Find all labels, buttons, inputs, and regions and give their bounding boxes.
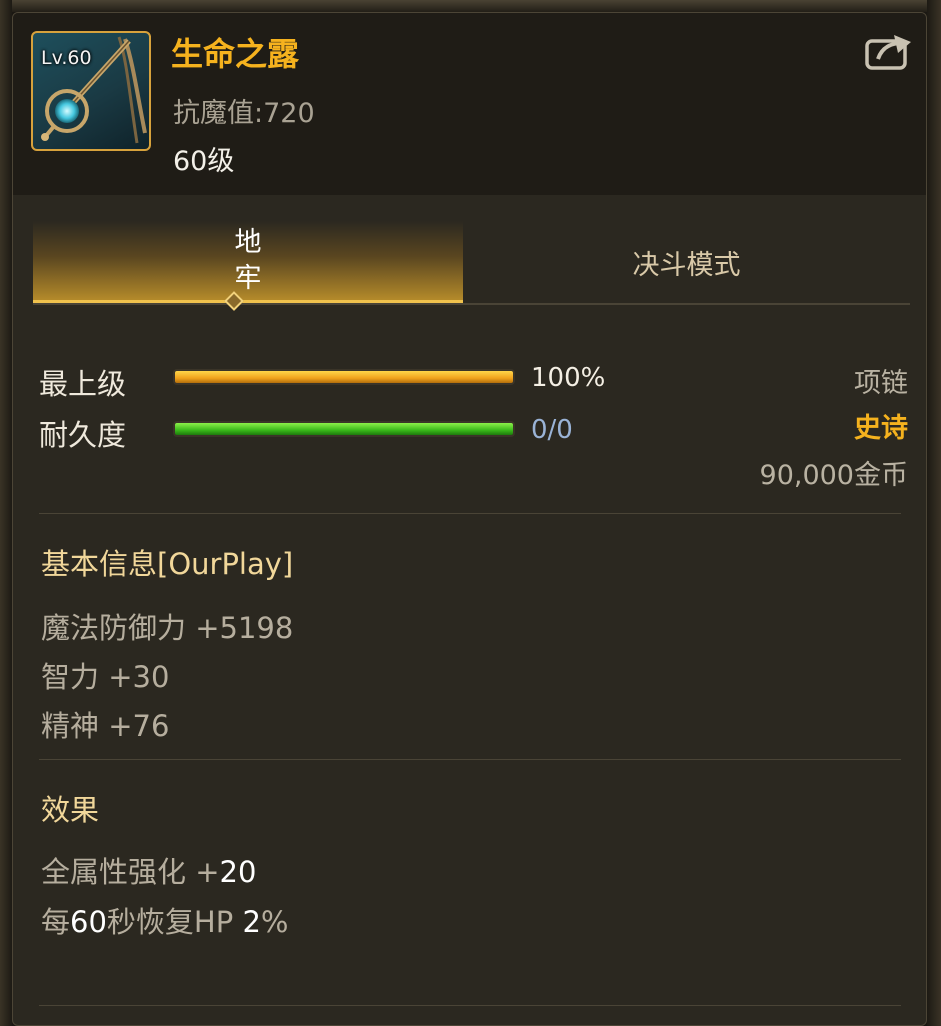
item-rarity: 史诗: [854, 413, 908, 444]
stat-line: 精神 +76: [41, 703, 169, 745]
basic-info-title: 基本信息[OurPlay]: [41, 547, 294, 581]
top-grade-label: 最上级: [39, 367, 127, 401]
top-grade-value: 100%: [531, 363, 606, 393]
top-grade-bar: [173, 369, 515, 385]
effects-title: 效果: [41, 793, 100, 827]
background-edge-right: [927, 0, 941, 1026]
top-grade-bar-fill: [175, 371, 513, 383]
stat-name: 智力: [41, 660, 109, 694]
effect-text: %: [260, 905, 289, 939]
effect-text: 每: [41, 905, 71, 939]
item-slot: 项链: [854, 368, 908, 399]
effect-line: 每60秒恢复HP 2%: [41, 899, 288, 941]
effect-value: 20: [219, 855, 257, 889]
tab-dungeon-label: 地牢: [234, 226, 262, 294]
item-magic-resist: 抗魔值:720: [173, 98, 315, 129]
tab-duel-mode[interactable]: 决斗模式: [463, 221, 910, 303]
item-header: Lv.60 生命之露 抗魔值:720 60级: [13, 13, 926, 195]
item-name: 生命之露: [171, 35, 300, 73]
stat-value: +30: [108, 660, 170, 694]
effect-text: 秒恢复HP: [106, 905, 243, 939]
stat-value: +5198: [195, 611, 294, 645]
background-edge-left: [0, 0, 12, 1026]
effect-text: 全属性强化 +: [41, 855, 220, 889]
background-edge-top: [0, 0, 941, 12]
share-button[interactable]: [864, 31, 914, 71]
stat-value: +76: [108, 709, 170, 743]
stat-name: 精神: [41, 709, 109, 743]
stat-line: 魔法防御力 +5198: [41, 605, 293, 647]
effect-value: 60: [70, 905, 107, 939]
divider: [39, 1005, 901, 1006]
item-required-level: 60级: [173, 146, 235, 177]
divider: [39, 759, 901, 760]
item-price: 90,000金币: [759, 460, 908, 491]
item-level-badge: Lv.60: [41, 47, 92, 69]
durability-value: 0/0: [531, 415, 573, 445]
stat-name: 魔法防御力: [41, 611, 196, 645]
divider: [39, 513, 901, 514]
durability-bar-fill: [175, 423, 513, 435]
share-icon: [865, 35, 911, 70]
item-icon[interactable]: Lv.60: [31, 31, 151, 151]
durability-bar: [173, 421, 515, 437]
stat-line: 智力 +30: [41, 654, 169, 696]
tab-duel-mode-label: 决斗模式: [632, 249, 741, 281]
mode-tabs: 地牢 决斗模式: [33, 221, 910, 305]
effect-value: 2: [242, 905, 261, 939]
effect-line: 全属性强化 +20: [41, 849, 256, 891]
durability-label: 耐久度: [39, 418, 127, 452]
tab-dungeon[interactable]: 地牢: [33, 221, 463, 303]
item-tooltip-panel: Lv.60 生命之露 抗魔值:720 60级 地牢 决斗模式 最上级 100% …: [12, 12, 927, 1026]
